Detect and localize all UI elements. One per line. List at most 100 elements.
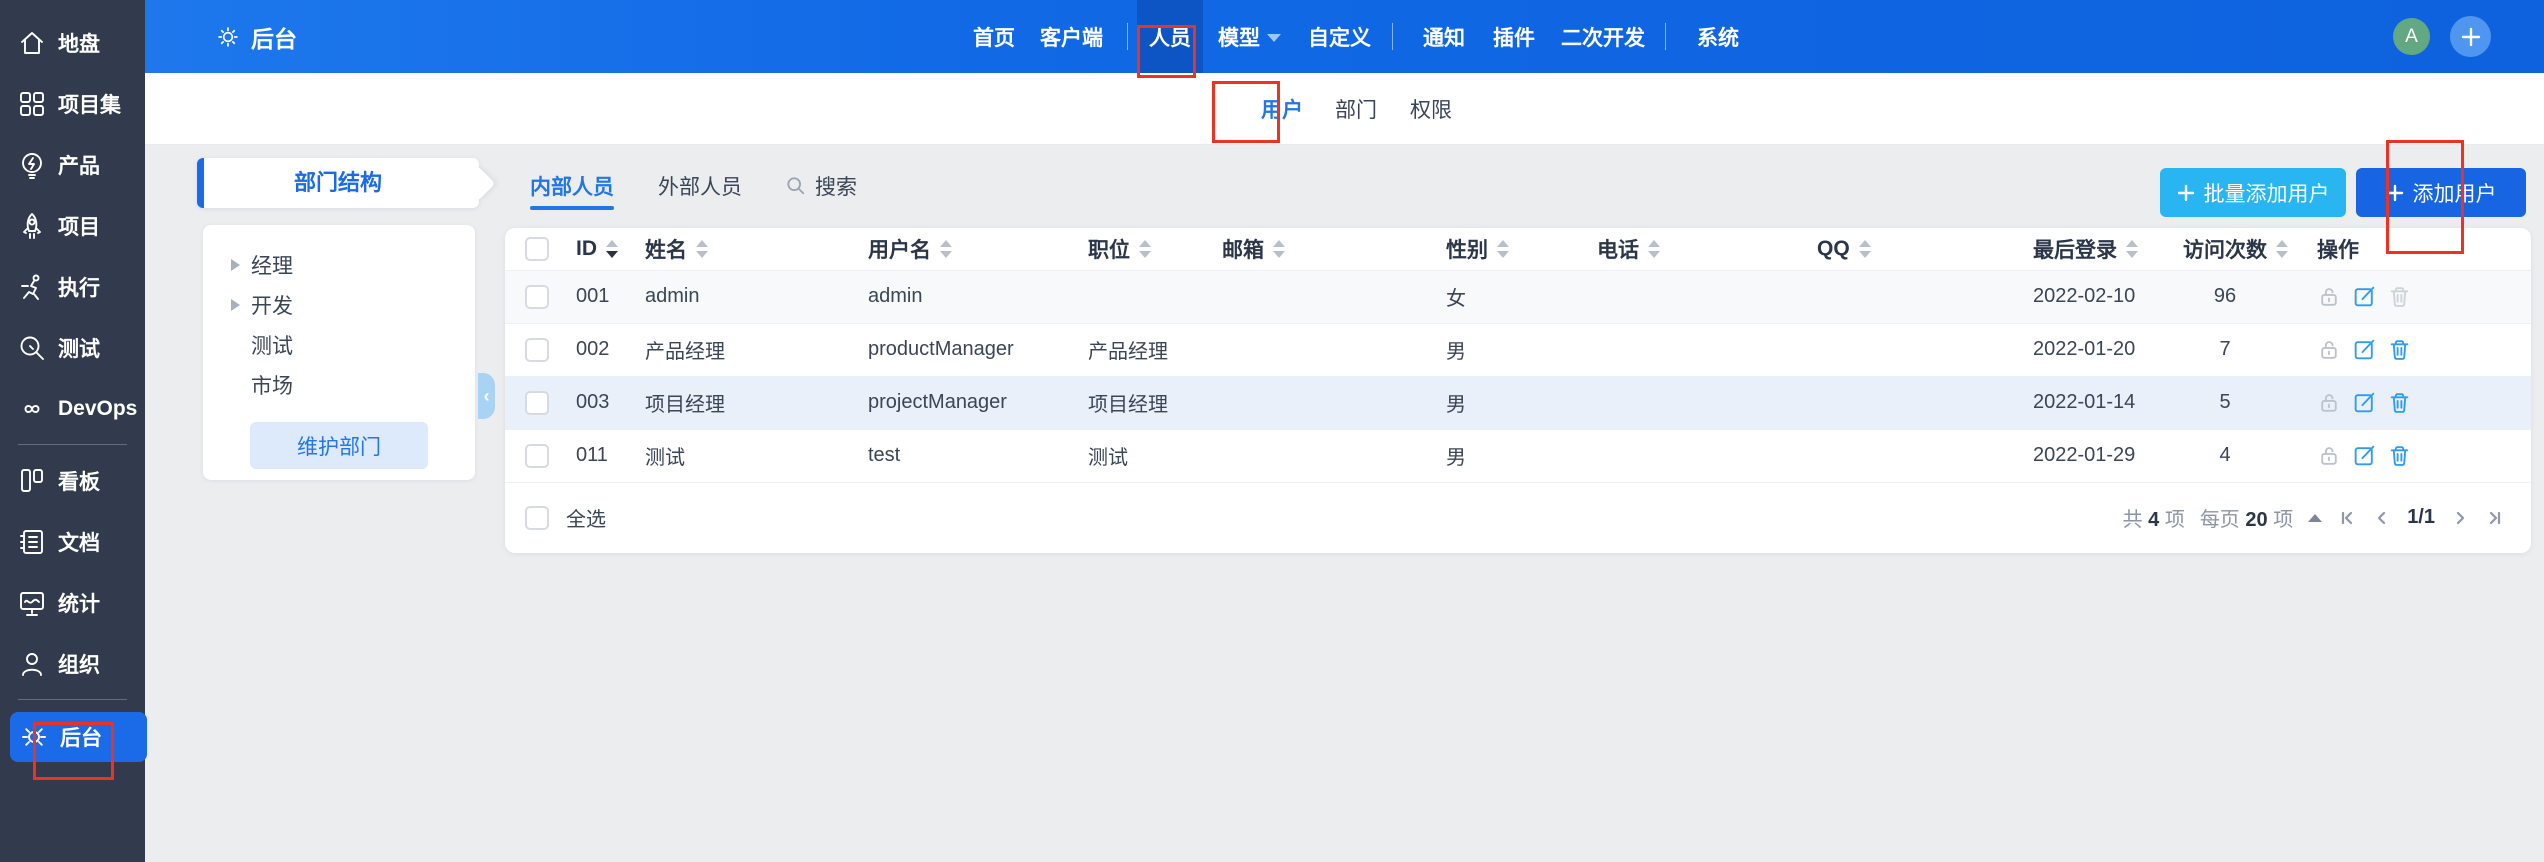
- tree-item-dev[interactable]: 开发: [203, 285, 475, 325]
- menu-item-notice[interactable]: 通知: [1423, 0, 1465, 73]
- sidebar-item-execution[interactable]: 执行: [0, 256, 145, 317]
- delete-icon[interactable]: [2387, 443, 2412, 468]
- tree-item-market[interactable]: 市场: [203, 365, 475, 405]
- sort-icon[interactable]: [2126, 239, 2138, 258]
- tree-item-manager[interactable]: 经理: [203, 245, 475, 285]
- sort-icon[interactable]: [940, 239, 952, 258]
- tab-external-users[interactable]: 外部人员: [658, 163, 742, 209]
- tree-item-test[interactable]: 测试: [203, 325, 475, 365]
- sort-icon[interactable]: [1273, 239, 1285, 258]
- menu-item-personnel[interactable]: 人员: [1137, 0, 1203, 73]
- panel-collapse-handle[interactable]: ‹: [478, 373, 495, 419]
- cell-visits: 5: [2158, 375, 2292, 429]
- sidebar-item-devops[interactable]: DevOps: [0, 378, 145, 439]
- sidebar-item-stats[interactable]: 统计: [0, 572, 145, 633]
- chevron-left-icon: [2378, 511, 2386, 524]
- column-last-login[interactable]: 最后登录: [2008, 228, 2158, 270]
- unlock-icon[interactable]: [2317, 443, 2342, 468]
- edit-icon[interactable]: [2352, 337, 2377, 362]
- column-name[interactable]: 姓名: [620, 228, 843, 270]
- per-page-caret-icon[interactable]: [2308, 513, 2323, 522]
- row-checkbox[interactable]: [525, 390, 549, 415]
- first-page-button[interactable]: [2337, 508, 2357, 528]
- sidebar-item-kanban[interactable]: 看板: [0, 450, 145, 511]
- next-page-button[interactable]: [2450, 508, 2470, 528]
- delete-icon[interactable]: [2387, 284, 2412, 309]
- column-phone[interactable]: 电话: [1572, 228, 1792, 270]
- sort-icon[interactable]: [606, 239, 618, 258]
- maintain-dept-button[interactable]: 维护部门: [250, 422, 428, 469]
- sidebar-item-doc[interactable]: 文档: [0, 511, 145, 572]
- sort-icon[interactable]: [2276, 239, 2288, 258]
- global-add-button[interactable]: [2450, 16, 2491, 57]
- column-id[interactable]: ID: [551, 228, 620, 270]
- edit-icon[interactable]: [2352, 443, 2377, 468]
- unlock-icon[interactable]: [2317, 337, 2342, 362]
- menu-item-dev[interactable]: 二次开发: [1561, 0, 1645, 73]
- select-all-checkbox[interactable]: [525, 505, 549, 530]
- sidebar-item-dashboard[interactable]: 地盘: [0, 12, 145, 73]
- sidebar-item-org[interactable]: 组织: [0, 633, 145, 694]
- table-row[interactable]: 002 产品经理 productManager 产品经理 男 2022-01-2…: [505, 322, 2531, 376]
- unlock-icon[interactable]: [2317, 390, 2342, 415]
- sidebar-item-project[interactable]: 项目: [0, 195, 145, 256]
- edit-icon[interactable]: [2352, 390, 2377, 415]
- cell-phone: [1572, 269, 1792, 323]
- sort-icon[interactable]: [1648, 239, 1660, 258]
- sort-icon[interactable]: [1497, 239, 1509, 258]
- sidebar-item-testing[interactable]: 测试: [0, 317, 145, 378]
- runner-icon: [21, 274, 40, 300]
- table-row[interactable]: 003 项目经理 projectManager 项目经理 男 2022-01-1…: [505, 375, 2531, 429]
- column-qq[interactable]: QQ: [1792, 228, 2008, 270]
- cell-qq: [1792, 322, 2008, 376]
- edit-icon[interactable]: [2352, 284, 2377, 309]
- row-checkbox[interactable]: [525, 443, 549, 468]
- select-all-checkbox[interactable]: [525, 236, 549, 261]
- menu-item-home[interactable]: 首页: [973, 0, 1015, 73]
- sort-icon[interactable]: [696, 239, 708, 258]
- menu-item-system[interactable]: 系统: [1697, 0, 1739, 73]
- table-row[interactable]: 001 admin admin 女 2022-02-10 96: [505, 269, 2531, 323]
- tab-users[interactable]: 用户: [1261, 73, 1303, 145]
- user-table: ID 姓名 用户名 职位 邮箱 性别 电话 QQ 最后登录 访问次数 操作 00…: [505, 228, 2531, 482]
- add-user-button[interactable]: 添加用户: [2356, 168, 2526, 217]
- sidebar-item-program[interactable]: 项目集: [0, 73, 145, 134]
- sort-icon[interactable]: [1139, 239, 1151, 258]
- cell-title: 项目经理: [1063, 375, 1197, 429]
- sort-icon[interactable]: [1858, 239, 1871, 258]
- tree-caret-spacer: [231, 379, 240, 391]
- menu-item-custom[interactable]: 自定义: [1308, 0, 1371, 73]
- row-checkbox[interactable]: [525, 284, 549, 309]
- menu-item-plugin[interactable]: 插件: [1493, 0, 1535, 73]
- unlock-icon[interactable]: [2317, 284, 2342, 309]
- tab-departments[interactable]: 部门: [1335, 73, 1377, 145]
- prev-page-button[interactable]: [2372, 508, 2392, 528]
- sidebar: 地盘 项目集 产品 项目 执行 测试 DevOps 看板 文档 统计 组织 后台: [0, 0, 147, 862]
- column-gender[interactable]: 性别: [1421, 228, 1572, 270]
- sidebar-item-label: 统计: [58, 592, 100, 616]
- menu-item-model[interactable]: 模型: [1218, 0, 1281, 73]
- header-checkbox-cell[interactable]: [505, 228, 551, 270]
- column-account[interactable]: 用户名: [843, 228, 1063, 270]
- row-checkbox[interactable]: [525, 337, 549, 362]
- tab-search[interactable]: 搜索: [786, 163, 857, 209]
- last-page-button[interactable]: [2485, 508, 2505, 528]
- sidebar-divider: [18, 444, 127, 445]
- column-email[interactable]: 邮箱: [1197, 228, 1421, 270]
- delete-icon[interactable]: [2387, 390, 2412, 415]
- cell-title: [1063, 269, 1197, 323]
- sidebar-item-admin[interactable]: 后台: [10, 712, 147, 762]
- cell-phone: [1572, 322, 1792, 376]
- column-title[interactable]: 职位: [1063, 228, 1197, 270]
- tab-privileges[interactable]: 权限: [1410, 73, 1452, 145]
- column-visits[interactable]: 访问次数: [2158, 228, 2292, 270]
- sidebar-item-product[interactable]: 产品: [0, 134, 145, 195]
- avatar[interactable]: A: [2393, 18, 2430, 55]
- tree-caret-spacer: [231, 339, 240, 351]
- table-row[interactable]: 011 测试 test 测试 男 2022-01-29 4: [505, 428, 2531, 482]
- delete-icon[interactable]: [2387, 337, 2412, 362]
- batch-add-user-button[interactable]: 批量添加用户: [2160, 168, 2346, 217]
- cell-name: 产品经理: [620, 322, 843, 376]
- tab-internal-users[interactable]: 内部人员: [530, 163, 614, 210]
- menu-item-client[interactable]: 客户端: [1040, 0, 1103, 73]
